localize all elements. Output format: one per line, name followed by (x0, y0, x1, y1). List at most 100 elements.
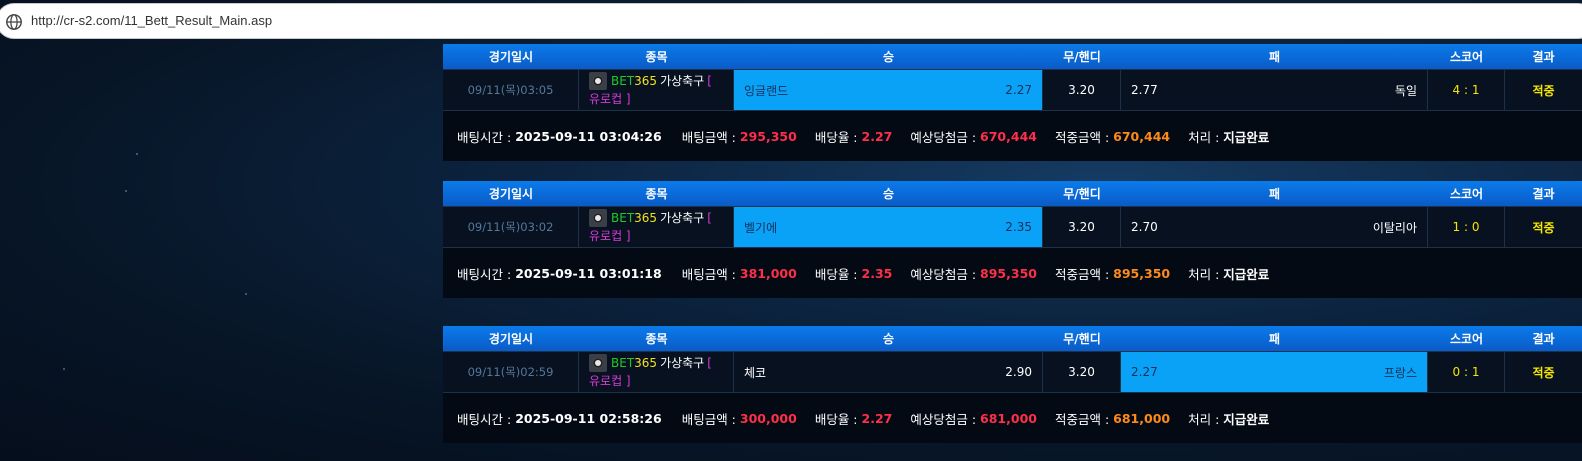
draw-odds[interactable]: 3.20 (1043, 352, 1121, 392)
hit-amount-value: 895,350 (1113, 265, 1171, 281)
header-event: 종목 (645, 332, 668, 346)
header-lose: 패 (1268, 50, 1281, 64)
process-value: 지급완료 (1223, 266, 1270, 282)
header-lose: 패 (1268, 187, 1281, 201)
expected-value: 670,444 (980, 128, 1037, 144)
bet-amount-label: 배팅금액 : (681, 129, 736, 145)
odds-value: 2.27 (861, 410, 893, 426)
event-bet: BET (611, 356, 635, 370)
expected-value: 681,000 (980, 410, 1037, 426)
match-date: 09/11(목)02:59 (443, 352, 579, 392)
header-win: 승 (882, 332, 895, 346)
event-league: 유로컵 ] (589, 374, 631, 388)
hit-amount-value: 670,444 (1113, 128, 1171, 144)
expected-label: 예상당첨금 : (910, 411, 977, 427)
away-cell[interactable]: 2.27 프랑스 (1121, 352, 1428, 392)
hit-amount-label: 적중금액 : (1054, 129, 1110, 145)
bet-time-value: 2025-09-11 03:01:18 (515, 265, 662, 281)
header-date: 경기일시 (488, 50, 534, 64)
draw-odds[interactable]: 3.20 (1043, 70, 1121, 110)
bet-amount-label: 배팅금액 : (681, 411, 736, 427)
header-event: 종목 (645, 50, 668, 64)
hit-amount-label: 적중금액 : (1054, 411, 1110, 427)
away-team: 이탈리아 (1372, 220, 1417, 235)
away-odds: 2.77 (1131, 83, 1158, 97)
header-win: 승 (882, 187, 895, 201)
home-odds: 2.90 (1005, 365, 1032, 379)
event-league: 유로컵 ] (589, 229, 631, 243)
header-draw: 무/핸디 (1063, 50, 1101, 64)
event-365: 365 (634, 74, 658, 88)
hit-amount-value: 681,000 (1113, 410, 1171, 426)
match-date: 09/11(목)03:02 (443, 207, 579, 247)
home-odds: 2.35 (1005, 220, 1032, 234)
event-365: 365 (634, 211, 658, 225)
header-win: 승 (882, 50, 895, 64)
bet-amount-value: 381,000 (739, 265, 797, 281)
away-odds: 2.27 (1131, 365, 1158, 379)
home-cell[interactable]: 체코 2.90 (734, 352, 1043, 392)
bet-row: 09/11(목)03:05 BET 365 가상축구 [ 유로컵 ] 잉글랜드 2… (443, 69, 1582, 111)
event-cell: BET 365 가상축구 [ 유로컵 ] (579, 70, 734, 110)
bet-table-header: 경기일시 종목 승 무/핸디 패 스코어 결과 (443, 44, 1582, 69)
home-cell[interactable]: 잉글랜드 2.27 (734, 70, 1043, 110)
soccer-ball-icon (589, 209, 607, 227)
event-bracket: [ (707, 211, 712, 225)
process-value: 지급완료 (1223, 129, 1270, 145)
header-lose: 패 (1268, 332, 1281, 346)
address-bar[interactable]: http://cr-s2.com/11_Bett_Result_Main.asp (0, 3, 1582, 39)
event-bet: BET (611, 211, 635, 225)
bet-info-bar: 배팅시간 : 2025-09-11 02:58:26 배팅금액 : 300,00… (443, 393, 1582, 443)
home-odds: 2.27 (1005, 83, 1032, 97)
header-result: 결과 (1532, 332, 1555, 346)
bet-card: 경기일시 종목 승 무/핸디 패 스코어 결과 09/11(목)03:05 BE… (443, 44, 1582, 161)
bet-result: 적중 (1532, 83, 1555, 98)
url-text[interactable]: http://cr-s2.com/11_Bett_Result_Main.asp (31, 13, 272, 28)
away-cell[interactable]: 2.77 독일 (1121, 70, 1428, 110)
bet-info-bar: 배팅시간 : 2025-09-11 03:04:26 배팅금액 : 295,35… (443, 111, 1582, 161)
bet-amount-label: 배팅금액 : (681, 266, 736, 282)
bet-time-label: 배팅시간 : (457, 129, 512, 145)
bet-amount-value: 300,000 (739, 410, 797, 426)
odds-label: 배당율 : (814, 129, 858, 145)
event-365: 365 (634, 356, 658, 370)
header-draw: 무/핸디 (1063, 332, 1101, 346)
process-value: 지급완료 (1223, 411, 1270, 427)
header-draw: 무/핸디 (1063, 187, 1101, 201)
bet-info-bar: 배팅시간 : 2025-09-11 03:01:18 배팅금액 : 381,00… (443, 248, 1582, 298)
match-score: 4 : 1 (1428, 70, 1505, 110)
event-bet: BET (611, 74, 635, 88)
away-cell[interactable]: 2.70 이탈리아 (1121, 207, 1428, 247)
home-cell[interactable]: 벨기에 2.35 (734, 207, 1043, 247)
globe-icon (6, 14, 22, 30)
home-team: 잉글랜드 (744, 83, 789, 98)
event-name: 가상축구 (660, 211, 705, 225)
draw-odds[interactable]: 3.20 (1043, 207, 1121, 247)
odds-value: 2.35 (861, 265, 893, 281)
match-score: 1 : 0 (1428, 207, 1505, 247)
process-label: 처리 : (1188, 411, 1220, 427)
event-cell: BET 365 가상축구 [ 유로컵 ] (579, 207, 734, 247)
odds-value: 2.27 (861, 128, 893, 144)
bet-row: 09/11(목)02:59 BET 365 가상축구 [ 유로컵 ] 체코 2.9… (443, 351, 1582, 393)
bet-row: 09/11(목)03:02 BET 365 가상축구 [ 유로컵 ] 벨기에 2.… (443, 206, 1582, 248)
bet-amount-value: 295,350 (739, 128, 797, 144)
soccer-ball-icon (589, 354, 607, 372)
bet-table-header: 경기일시 종목 승 무/핸디 패 스코어 결과 (443, 326, 1582, 351)
hit-amount-label: 적중금액 : (1054, 266, 1110, 282)
event-name: 가상축구 (660, 74, 705, 88)
event-league: 유로컵 ] (589, 92, 631, 106)
header-score: 스코어 (1449, 50, 1484, 64)
bet-time-value: 2025-09-11 03:04:26 (515, 128, 662, 144)
odds-label: 배당율 : (814, 266, 858, 282)
header-score: 스코어 (1449, 332, 1484, 346)
away-team: 독일 (1394, 83, 1417, 98)
bet-card: 경기일시 종목 승 무/핸디 패 스코어 결과 09/11(목)03:02 BE… (443, 181, 1582, 298)
header-result: 결과 (1532, 50, 1555, 64)
match-date: 09/11(목)03:05 (443, 70, 579, 110)
event-bracket: [ (707, 74, 712, 88)
header-score: 스코어 (1449, 187, 1484, 201)
away-team: 프랑스 (1383, 365, 1417, 380)
match-score: 0 : 1 (1428, 352, 1505, 392)
header-event: 종목 (645, 187, 668, 201)
